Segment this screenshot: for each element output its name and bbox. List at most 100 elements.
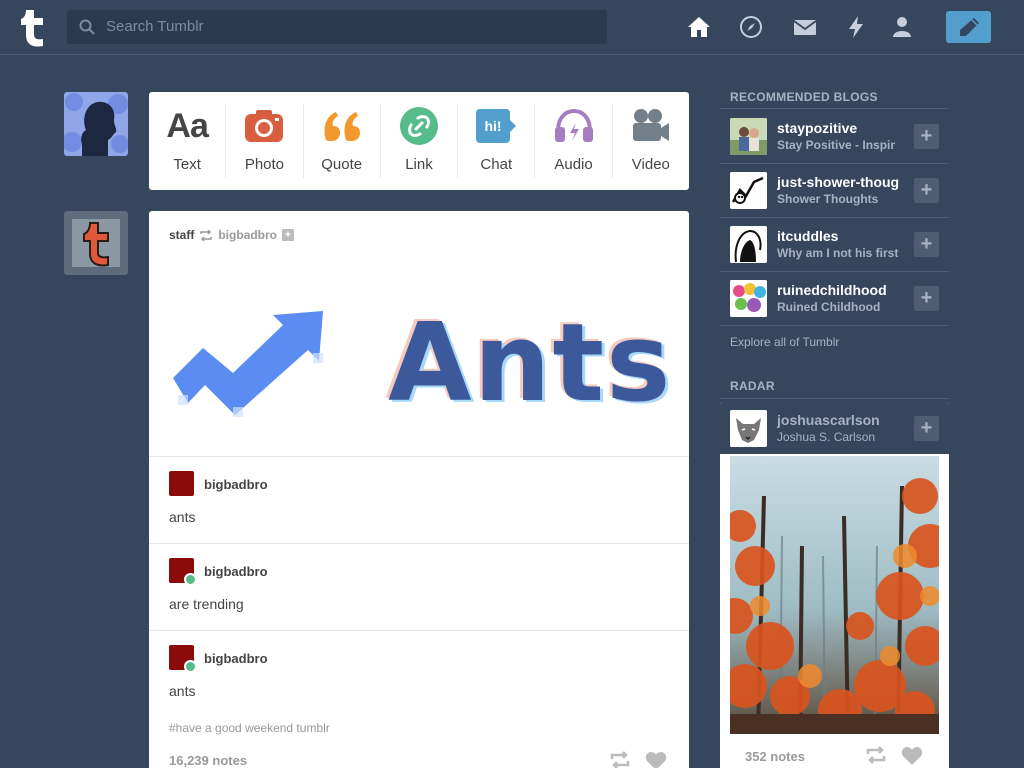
blog-name[interactable]: staypozitive: [777, 120, 909, 136]
user-avatar[interactable]: [64, 92, 128, 156]
reblog-text: ants: [169, 683, 196, 699]
reblog-author[interactable]: bigbadbro: [204, 477, 268, 492]
post-header: staff bigbadbro +: [169, 228, 295, 242]
post-type-label: Video: [631, 156, 670, 173]
follow-button[interactable]: +: [914, 232, 939, 257]
recommended-blog[interactable]: itcuddles Why am I not his first +: [720, 218, 949, 272]
video-camera-icon: [632, 109, 669, 141]
divider: [149, 543, 689, 544]
reblog-button[interactable]: [865, 746, 887, 764]
post-type-video[interactable]: Video: [613, 104, 689, 178]
radar-notes[interactable]: 352 notes: [745, 749, 805, 764]
blog-title: Shower Thoughts: [777, 192, 879, 206]
post-actions: [609, 751, 667, 768]
post-type-label: Audio: [554, 156, 593, 173]
post-type-photo[interactable]: Photo: [226, 104, 304, 178]
blog-name[interactable]: just-shower-thoug: [777, 174, 909, 190]
search-icon: [79, 19, 95, 35]
post-author[interactable]: staff: [169, 228, 194, 242]
post-tags[interactable]: #have a good weekend tumblr: [169, 721, 330, 735]
tumblr-t-icon: [72, 219, 120, 267]
blog-name[interactable]: joshuascarlson: [777, 412, 909, 428]
follow-plus-icon[interactable]: +: [282, 229, 295, 241]
post-type-chat[interactable]: hi! Chat: [458, 104, 536, 178]
blog-avatar[interactable]: [730, 118, 767, 155]
reblog-author[interactable]: bigbadbro: [204, 651, 268, 666]
post-type-label: Link: [405, 156, 433, 173]
staff-avatar[interactable]: [64, 211, 128, 275]
camera-icon: [245, 110, 284, 142]
like-heart-icon[interactable]: [901, 746, 923, 766]
blog-title: Why am I not his first: [777, 246, 899, 260]
reblog-badge-icon: [184, 573, 197, 586]
silhouette-icon: [64, 93, 128, 156]
quote-icon: [324, 112, 360, 141]
follow-button[interactable]: +: [914, 416, 939, 441]
activity-icon[interactable]: [844, 15, 868, 39]
wolf-drawing-icon: [730, 410, 767, 447]
link-icon: [399, 107, 438, 145]
shower-doodle-icon: [730, 172, 767, 209]
trending-ants-image: Ants Ants Ants: [173, 303, 673, 423]
post-type-text[interactable]: Aa Text: [149, 104, 227, 178]
home-icon[interactable]: [687, 15, 711, 39]
follow-button[interactable]: +: [914, 124, 939, 149]
recommended-blog[interactable]: just-shower-thoug Shower Thoughts +: [720, 164, 949, 218]
compose-button[interactable]: [946, 11, 991, 43]
radar-blog[interactable]: joshuascarlson Joshua S. Carlson +: [720, 402, 949, 456]
inbox-icon[interactable]: [793, 15, 817, 39]
post-notes[interactable]: 16,239 notes: [169, 753, 247, 768]
recommended-blog[interactable]: staypozitive Stay Positive - Inspir +: [720, 110, 949, 164]
reblog-text: ants: [169, 509, 196, 525]
post-type-link[interactable]: Link: [381, 104, 459, 178]
chat-icon: hi!: [476, 109, 517, 143]
autumn-forest-photo[interactable]: [730, 456, 939, 734]
account-icon[interactable]: [890, 15, 914, 39]
reblog-button[interactable]: [609, 751, 631, 768]
blog-avatar[interactable]: [730, 410, 767, 447]
divider: [720, 108, 949, 109]
divider: [149, 456, 689, 457]
tumblr-logo[interactable]: [14, 6, 54, 48]
radar-post: joshuascarlson Joshua S. Carlson + 352 n…: [720, 402, 949, 768]
post-type-bar: Aa Text Photo Quote Link hi! Chat Audio …: [149, 92, 689, 190]
blog-name[interactable]: ruinedchildhood: [777, 282, 909, 298]
reblog-text: are trending: [169, 596, 244, 612]
recommended-blog[interactable]: ruinedchildhood Ruined Childhood +: [720, 272, 949, 326]
reblog-badge-icon: [184, 660, 197, 673]
dashboard-post: staff bigbadbro + Ants Ants Ants bigbadb…: [149, 211, 689, 768]
bigbadbro-avatar[interactable]: [169, 471, 194, 496]
svg-text:hi!: hi!: [485, 118, 502, 134]
headphones-icon: [554, 109, 593, 142]
post-type-label: Chat: [480, 156, 513, 173]
blog-name[interactable]: itcuddles: [777, 228, 909, 244]
divider: [720, 398, 949, 399]
ruined-childhood-logo: [730, 280, 767, 317]
post-type-label: Text: [173, 156, 201, 173]
blog-avatar[interactable]: [730, 172, 767, 209]
post-type-quote[interactable]: Quote: [304, 104, 381, 178]
blog-title: Stay Positive - Inspir: [777, 138, 896, 152]
trending-arrow-icon: [173, 311, 323, 415]
post-type-audio[interactable]: Audio: [535, 104, 613, 178]
recommended-blogs-title: RECOMMENDED BLOGS: [730, 90, 878, 104]
like-heart-icon[interactable]: [645, 751, 667, 768]
explore-link[interactable]: Explore all of Tumblr: [730, 335, 839, 349]
reblog-author[interactable]: bigbadbro: [204, 564, 268, 579]
post-type-label: Quote: [321, 156, 363, 173]
radar-title: RADAR: [730, 379, 775, 393]
reblog-icon: [200, 229, 213, 241]
search-placeholder: Search Tumblr: [106, 18, 204, 35]
explore-icon[interactable]: [739, 15, 763, 39]
divider: [149, 630, 689, 631]
radar-header: joshuascarlson Joshua S. Carlson +: [720, 402, 949, 454]
blog-avatar[interactable]: [730, 280, 767, 317]
radar-actions: [865, 746, 923, 766]
reblogged-from[interactable]: bigbadbro: [218, 228, 277, 242]
post-type-label: Photo: [244, 156, 285, 173]
follow-button[interactable]: +: [914, 178, 939, 203]
follow-button[interactable]: +: [914, 286, 939, 311]
text-icon: Aa: [166, 106, 208, 145]
search-input[interactable]: Search Tumblr: [67, 10, 607, 44]
blog-avatar[interactable]: [730, 226, 767, 263]
